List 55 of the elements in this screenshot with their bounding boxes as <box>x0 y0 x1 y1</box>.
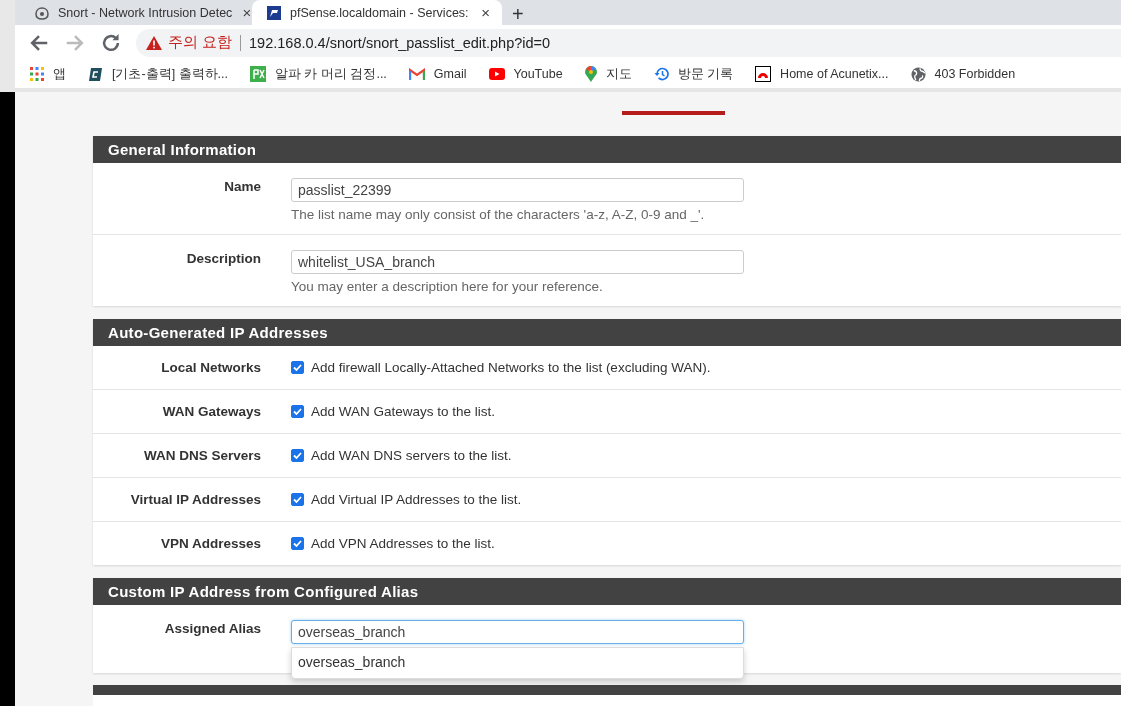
bookmark[interactable]: 지도 <box>584 65 632 83</box>
bookmark[interactable]: Gmail <box>408 67 467 81</box>
logo-icon <box>266 4 282 21</box>
checkbox[interactable] <box>291 361 304 374</box>
text-field[interactable]: whitelist_USA_branch <box>291 250 744 274</box>
checkbox-label: Add VPN Addresses to the list. <box>311 536 495 551</box>
browser-tab[interactable]: Snort - Network Intrusion Detec × <box>20 0 252 25</box>
url-text: 192.168.0.4/snort/snort_passlist_edit.php?id=0 <box>249 34 551 51</box>
browser-tab[interactable]: pfSense.localdomain - Services: × <box>252 0 502 25</box>
field-label: Description <box>185 250 261 268</box>
new-tab-button[interactable]: + <box>508 3 528 25</box>
field-label: Local Networks <box>160 360 261 375</box>
bookmark[interactable]: Home of Acunetix... <box>755 66 889 82</box>
field-label: Virtual IP Addresses <box>129 492 261 507</box>
arch-icon <box>755 66 772 82</box>
field-label: VPN Addresses <box>159 536 261 551</box>
apps-icon <box>30 67 44 81</box>
field-label: Assigned Alias <box>163 620 261 638</box>
panel-title: Custom IP Address from Configured Alias <box>93 578 1121 605</box>
bookmark[interactable]: YouTube <box>488 67 563 81</box>
checkbox[interactable] <box>291 493 304 506</box>
bookmark[interactable]: 403 Forbidden <box>910 66 1016 82</box>
menu-item[interactable]: overseas_branch <box>298 654 737 670</box>
field-label: WAN DNS Servers <box>142 448 261 463</box>
map-pin-icon <box>584 66 597 82</box>
cube-icon <box>88 66 103 82</box>
help-text: You may enter a description here for your reference. <box>291 279 604 294</box>
text-field[interactable]: passlist_22399 <box>291 178 744 202</box>
bookmark[interactable]: 앱 <box>30 65 66 83</box>
checkbox-label: Add firewall Locally-Attached Networks to the list (excluding WAN). <box>311 360 711 375</box>
play-icon <box>488 68 505 80</box>
text-field[interactable]: overseas_branch <box>291 620 744 644</box>
checkbox-label: Add Virtual IP Addresses to the list. <box>311 492 522 507</box>
mail-icon <box>408 68 425 80</box>
panel-title: Auto-Generated IP Addresses <box>93 319 1121 346</box>
field-label: Name <box>223 178 261 196</box>
checkbox-label: Add WAN DNS servers to the list. <box>311 448 512 463</box>
address-bar[interactable]: 주의 요함 192.168.0.4/snort/snort_passlist_edit.php?id=0 <box>136 28 1121 57</box>
field-label: WAN Gateways <box>161 404 261 419</box>
warning-icon <box>146 35 162 50</box>
checkbox[interactable] <box>291 537 304 550</box>
checkbox[interactable] <box>291 405 304 418</box>
bookmark[interactable]: [기초-출력] 출력하... <box>88 65 228 83</box>
history-icon <box>653 67 669 81</box>
globe-icon <box>910 66 926 82</box>
security-label: 주의 요함 <box>168 33 233 52</box>
checkbox[interactable] <box>291 449 304 462</box>
checkbox-label: Add WAN Gateways to the list. <box>311 404 496 419</box>
panel-title: General Information <box>93 136 1121 163</box>
help-text: The list name may only consist of the characters 'a-z, A-Z, 0-9 and _'. <box>291 207 706 222</box>
reload-icon[interactable] <box>100 31 122 54</box>
bookmark[interactable]: 알파 카 머리 검정... <box>250 65 387 83</box>
bookmark[interactable]: 방문 기록 <box>653 65 734 83</box>
pig-icon <box>34 4 50 21</box>
logo-icon <box>250 66 266 82</box>
